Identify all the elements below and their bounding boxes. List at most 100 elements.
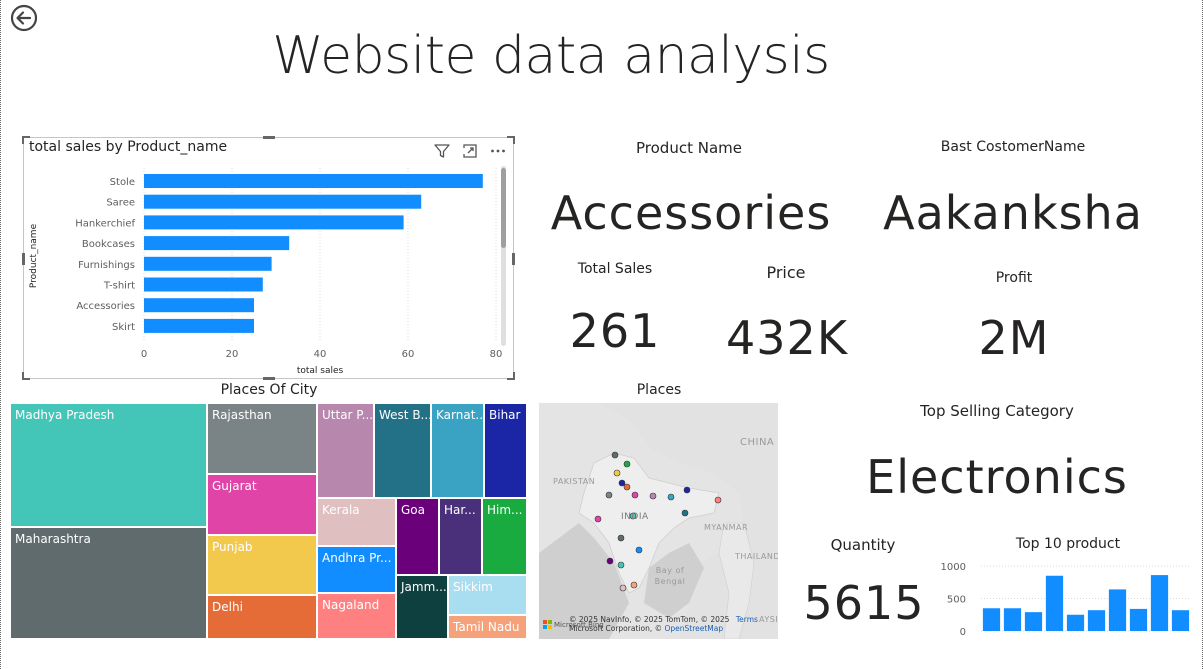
treemap-cell-label: Goa [401,503,425,517]
x-tick-label: 80 [490,349,503,360]
treemap-cell-label: Kerala [322,503,360,517]
treemap-cell[interactable]: Delhi [207,595,317,639]
bar-chart-svg: Product_name total sales 0 20 40 60 80 Stole S… [29,168,503,376]
column-bar[interactable] [1087,610,1106,631]
treemap-cell[interactable]: Madhya Pradesh [10,403,207,527]
bar-chart-ylabel: Product_name [29,223,39,288]
treemap-cell[interactable]: Maharashtra [10,527,207,639]
y-tick-label: Stole [110,177,135,188]
bar[interactable] [144,298,254,313]
treemap-cell[interactable]: Goa [396,498,439,575]
bar[interactable] [144,215,404,230]
column-bar[interactable] [1003,608,1022,631]
treemap-cell[interactable]: West B... [374,403,431,498]
treemap-cell-label: Maharashtra [15,532,91,546]
product-name-value: Accessories [550,186,832,240]
bar[interactable] [144,256,272,271]
treemap-cell[interactable]: Jamm... [396,575,448,639]
y-tick-label: Bookcases [82,239,135,250]
treemap-cell-label: Bihar [489,408,521,422]
bar-chart-xlabel: total sales [297,366,344,376]
treemap-cell[interactable]: Andhra Pr... [317,546,396,593]
x-tick-label: 0 [141,349,147,360]
y-tick-label: Hankerchief [75,218,135,229]
treemap-cell-label: Gujarat [212,479,257,493]
treemap-cell-label: Nagaland [322,598,380,612]
best-customer-value: Aakanksha [883,186,1143,240]
treemap-cell-label: Karnat... [436,408,484,422]
treemap-cell[interactable]: Bihar [484,403,527,498]
bar[interactable] [144,174,483,188]
treemap-cell-label: Andhra Pr... [322,551,392,565]
treemap-cell-label: West B... [379,408,431,422]
treemap-cell-label: Madhya Pradesh [15,408,115,422]
treemap-cell[interactable]: Nagaland [317,593,396,639]
mini-chart-title: Top 10 product [1015,536,1121,552]
top-category-label: Top Selling Category [920,402,1074,420]
page-title: Website data analysis [272,26,830,86]
treemap-cell[interactable]: Sikkim [448,575,527,615]
y-tick-label: Skirt [112,322,135,333]
price-label: Price [766,263,806,282]
total-sales-value: 261 [569,304,661,358]
y-tick-label: Saree [106,198,135,209]
treemap-cell[interactable]: Kerala [317,498,396,546]
column-bar[interactable] [982,608,1001,631]
map-label-myanmar: MYANMAR [704,523,749,532]
column-bar[interactable] [1024,612,1043,631]
column-bar[interactable] [1045,575,1064,631]
quantity-label: Quantity [830,536,896,554]
treemap-visual[interactable]: Madhya Pradesh Maharashtra Rajasthan Gujara… [10,403,527,639]
treemap-cell-label: Har... [444,503,476,517]
column-bar[interactable] [1129,608,1148,631]
treemap-cell[interactable]: Punjab [207,535,317,595]
bar-chart-visual[interactable]: total sales by Product_name Product_name… [22,136,515,380]
map-visual[interactable]: CHINA PAKISTAN INDIA MYANMAR THAILAND Ba… [539,403,778,639]
map-osm-link[interactable]: OpenStreetMap [664,624,723,633]
treemap-cell-label: Jamm... [401,580,447,594]
treemap-title: Places Of City [220,382,318,398]
treemap-cell-label: Sikkim [453,580,493,594]
bar[interactable] [144,236,290,251]
bar[interactable] [144,194,422,209]
top-10-product-chart[interactable]: 0 500 1000 [933,556,1195,640]
bar[interactable] [144,318,254,333]
total-sales-label: Total Sales [577,261,653,277]
treemap-cell-label: Punjab [212,540,253,554]
top-category-value: Electronics [866,450,1128,504]
map-label-thailand: THAILAND [735,552,778,561]
treemap-cell[interactable]: Karnat... [431,403,484,498]
column-bar[interactable] [1150,575,1169,631]
x-tick-label: 40 [314,349,327,360]
treemap-cell[interactable]: Him... [482,498,527,575]
y-tick-label: 1000 [941,562,966,573]
map-terms-link[interactable]: Terms [736,615,758,624]
microsoft-logo-icon [543,620,552,629]
treemap-cell-label: Tamil Nadu [453,620,520,634]
bar[interactable] [144,277,263,292]
column-bar[interactable] [1108,589,1127,631]
best-customer-label: Bast CostomerName [940,139,1086,155]
map-label-china: CHINA [740,437,775,448]
y-tick-label: Accessories [76,301,135,312]
column-bar[interactable] [1171,610,1190,631]
treemap-cell-label: Uttar P... [322,408,374,422]
treemap-cell-label: Rajasthan [212,408,272,422]
treemap-cell[interactable]: Rajasthan [207,403,317,474]
bing-logo: Microsoft Bing [543,620,604,629]
price-value: 432K [726,311,848,365]
y-tick-label: 500 [947,595,966,606]
treemap-cell[interactable]: Uttar P... [317,403,374,498]
bing-logo-text: Microsoft Bing [554,620,604,629]
map-label-malaysia: AYSIA [759,615,778,624]
treemap-cell-label: Him... [487,503,523,517]
map-label-india: INDIA [621,512,649,522]
treemap-cell[interactable]: Har... [439,498,482,575]
map-label-pakistan: PAKISTAN [553,477,596,486]
map-title: Places [636,382,682,398]
treemap-cell[interactable]: Gujarat [207,474,317,535]
treemap-cell-label: Delhi [212,600,243,614]
column-bar[interactable] [1066,614,1085,631]
treemap-cell[interactable]: Tamil Nadu [448,615,527,639]
x-tick-label: 60 [402,349,415,360]
